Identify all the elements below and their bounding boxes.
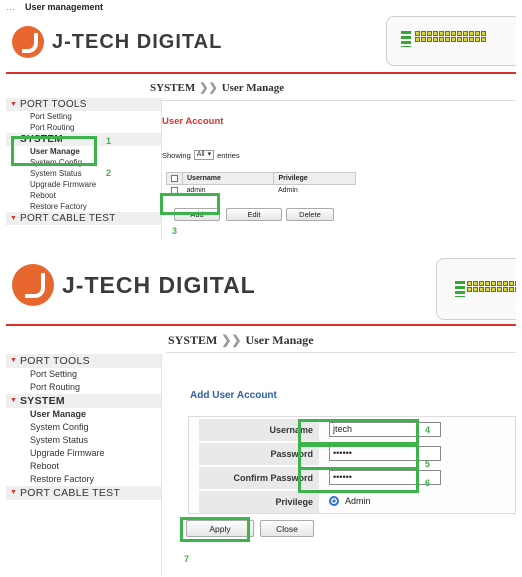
entries-filter: Showing All ▾ entries — [162, 150, 240, 160]
sidebar-item-port-setting[interactable]: Port Setting — [6, 368, 161, 381]
column-privilege: Privilege — [273, 172, 356, 185]
add-user-title: Add User Account — [190, 390, 277, 401]
privilege-option-label: Admin — [345, 496, 371, 506]
sidebar-section-label: PORT CABLE TEST — [20, 487, 121, 499]
privilege-label: Privilege — [199, 491, 319, 513]
sidebar-section-port-cable-test[interactable]: ▼ PORT CABLE TEST — [6, 486, 161, 500]
step-1-number: 1 — [106, 136, 112, 146]
logo-icon — [12, 264, 54, 306]
sidebar-item-upgrade-firmware[interactable]: Upgrade Firmware — [6, 179, 161, 190]
breadcrumb-page: User Manage — [245, 333, 314, 347]
sidebar-item-reboot[interactable]: Reboot — [6, 460, 161, 473]
title-marker: … — [6, 2, 15, 12]
sidebar-section-system[interactable]: ▼ SYSTEM — [6, 394, 161, 408]
column-username: Username — [181, 172, 275, 185]
sidebar-item-restore-factory[interactable]: Restore Factory — [6, 473, 161, 486]
edit-button[interactable]: Edit — [226, 208, 282, 221]
step-6-number: 6 — [425, 478, 431, 488]
port-grid — [467, 281, 516, 292]
breadcrumb: SYSTEM ❯❯ User Manage — [168, 333, 314, 348]
step-7-highlight — [180, 517, 250, 542]
step-5-number: 5 — [425, 459, 431, 469]
chevron-down-icon: ▼ — [10, 101, 18, 108]
brand-logo[interactable]: J-TECH DIGITAL — [12, 26, 222, 58]
close-button[interactable]: Close — [260, 520, 314, 537]
entries-select[interactable]: All ▾ — [193, 150, 215, 160]
sidebar-item-port-routing[interactable]: Port Routing — [6, 122, 161, 133]
sidebar-section-label: SYSTEM — [20, 395, 65, 407]
step-6-highlight — [298, 467, 419, 493]
status-leds — [401, 31, 411, 47]
breadcrumb-page: User Manage — [221, 82, 285, 94]
step-7-number: 7 — [184, 554, 190, 564]
showing-label: Showing — [162, 150, 191, 160]
brand-name: J-TECH DIGITAL — [62, 271, 256, 298]
sidebar-item-system-config[interactable]: System Config — [6, 421, 161, 434]
breadcrumb-section[interactable]: SYSTEM — [168, 333, 217, 347]
sidebar-section-port-tools[interactable]: ▼ PORT TOOLS — [6, 98, 161, 111]
sidebar-section-label: PORT TOOLS — [20, 99, 87, 110]
step-3-highlight — [160, 193, 220, 215]
privilege-radio[interactable]: Admin — [329, 496, 371, 506]
sidebar: ▼ PORT TOOLS Port Setting Port Routing ▼ S… — [6, 354, 162, 576]
document-title: … User management — [6, 2, 103, 12]
sidebar-item-system-status[interactable]: System Status — [6, 168, 161, 179]
user-table: Username Privilege admin Admin — [166, 172, 356, 196]
chevron-down-icon: ▼ — [10, 397, 18, 404]
sidebar-item-upgrade-firmware[interactable]: Upgrade Firmware — [6, 447, 161, 460]
document-title-text: User management — [25, 2, 104, 12]
header: J-TECH DIGITAL — [6, 12, 516, 72]
breadcrumb-separator-icon: ❯❯ — [221, 333, 242, 347]
user-account-panel: User Account Showing All ▾ entries Userna… — [162, 104, 516, 240]
row-privilege: Admin — [277, 186, 298, 194]
header-divider — [6, 324, 516, 326]
header-divider — [6, 72, 516, 74]
breadcrumb-section[interactable]: SYSTEM — [150, 82, 195, 94]
chevron-right-icon: ▼ — [10, 489, 18, 496]
status-leds — [455, 281, 465, 297]
header: J-TECH DIGITAL — [6, 258, 516, 324]
breadcrumb: SYSTEM ❯❯ User Manage — [150, 81, 284, 94]
switch-device-icon — [436, 258, 516, 320]
breadcrumb-divider — [166, 352, 516, 353]
sidebar-section-label: PORT CABLE TEST — [20, 213, 116, 224]
chevron-down-icon: ▾ — [207, 151, 212, 158]
logo-icon — [12, 26, 44, 58]
brand-logo[interactable]: J-TECH DIGITAL — [12, 264, 256, 306]
sidebar-item-port-setting[interactable]: Port Setting — [6, 111, 161, 122]
chevron-right-icon: ▼ — [10, 215, 18, 222]
user-account-title: User Account — [162, 116, 224, 127]
sidebar-item-restore-factory[interactable]: Restore Factory — [6, 201, 161, 212]
step-4-highlight — [298, 419, 419, 445]
brand-name: J-TECH DIGITAL — [52, 30, 223, 53]
chevron-down-icon: ▼ — [10, 357, 18, 364]
user-management-screen: J-TECH DIGITAL SYSTEM ❯❯ User Manage ▼ PORT… — [6, 12, 516, 240]
step-1-2-highlight — [11, 136, 97, 166]
sidebar-item-reboot[interactable]: Reboot — [6, 190, 161, 201]
entries-label: entries — [217, 150, 240, 160]
delete-button[interactable]: Delete — [286, 208, 334, 221]
step-2-number: 2 — [106, 168, 112, 178]
entries-select-value: All — [196, 151, 205, 158]
sidebar-section-port-tools[interactable]: ▼ PORT TOOLS — [6, 354, 161, 368]
sidebar-section-label: PORT TOOLS — [20, 355, 90, 367]
step-3-number: 3 — [172, 226, 178, 236]
sidebar-item-user-manage[interactable]: User Manage — [6, 408, 161, 421]
sidebar-item-port-routing[interactable]: Port Routing — [6, 381, 161, 394]
privilege-row: Privilege Admin — [199, 491, 516, 513]
sidebar-item-system-status[interactable]: System Status — [6, 434, 161, 447]
add-user-screen: J-TECH DIGITAL SYSTEM ❯❯ User Manage ▼ PORT… — [6, 258, 516, 576]
step-4-number: 4 — [425, 425, 431, 435]
breadcrumb-separator-icon: ❯❯ — [199, 82, 218, 94]
sidebar: ▼ PORT TOOLS Port Setting Port Routing ▼ S… — [6, 98, 162, 240]
switch-device-icon — [386, 16, 516, 66]
checkbox-icon[interactable] — [171, 174, 178, 182]
breadcrumb-divider — [150, 100, 516, 101]
port-grid — [415, 31, 486, 42]
select-all-header[interactable] — [166, 172, 183, 185]
sidebar-section-port-cable-test[interactable]: ▼ PORT CABLE TEST — [6, 212, 161, 225]
radio-icon[interactable] — [329, 496, 339, 506]
